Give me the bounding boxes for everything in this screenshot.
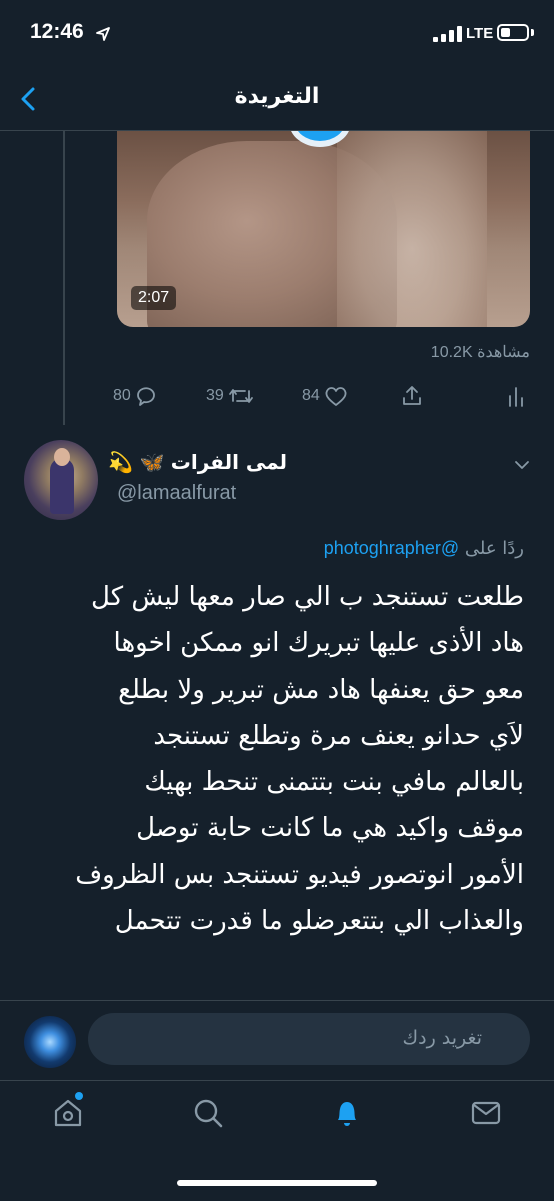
analytics-icon — [509, 387, 523, 407]
tweet-line: لاَي حدانو يعنف مرة وتطلع تستنجد — [153, 720, 524, 751]
page-title: التغريدة — [234, 84, 320, 109]
heart-icon — [325, 387, 347, 406]
tweet-text: طلعت تستنجد ب الي صار معها ليش كل هاد ال… — [20, 574, 524, 944]
tweet-actions: 80 39 84 — [0, 378, 554, 418]
avatar[interactable] — [24, 440, 98, 520]
retweet-count: 39 — [206, 387, 224, 404]
tweet-line: موقف واكيد هي ما كانت حابة توصل — [136, 813, 524, 844]
video-duration: 2:07 — [131, 286, 177, 310]
analytics-action[interactable] — [506, 378, 526, 414]
reply-to-mention[interactable]: @photoghrapher — [324, 538, 459, 558]
tweet-line: بالعالم مافي بنت بتتمنى تنحط بهيك — [144, 767, 524, 798]
retweet-action[interactable]: 39 — [206, 378, 254, 414]
like-action[interactable]: 84 — [302, 378, 348, 414]
reply-to-line: ردًا على @photoghrapher — [0, 538, 524, 559]
home-indicator — [177, 1180, 377, 1186]
battery-icon — [497, 24, 529, 41]
name-emoji: 💫 🦋 — [108, 450, 165, 474]
chevron-down-icon[interactable] — [512, 455, 532, 475]
video-thumbnail[interactable]: 2:07 — [117, 131, 530, 327]
share-icon — [403, 386, 421, 405]
display-name-text: لمى الفرات — [170, 450, 288, 474]
status-bar: 12:46 LTE — [0, 0, 554, 70]
home-icon[interactable] — [50, 1095, 86, 1131]
tweet-line: والعذاب الي بتتعرضلو ما قدرت تتحمل — [114, 906, 524, 937]
reply-action[interactable]: 80 — [113, 378, 157, 414]
search-icon[interactable] — [190, 1095, 226, 1131]
reply-placeholder: تغريد ردك — [402, 1027, 482, 1049]
display-name[interactable]: 💫 🦋 لمى الفرات — [108, 450, 287, 474]
reply-input[interactable]: تغريد ردك — [88, 1013, 530, 1065]
tweet-line: الأمور انوتصور فيديو تستنجد بس الظروف — [75, 859, 524, 890]
notification-dot — [75, 1092, 83, 1100]
reply-icon — [136, 387, 155, 406]
bell-icon[interactable] — [329, 1095, 365, 1131]
reply-count: 80 — [113, 387, 131, 404]
status-time: 12:46 — [30, 20, 84, 43]
tweet-line: معو حق يعنفها هاد مش تبرير ولا بطلع — [118, 674, 524, 705]
user-handle[interactable]: @lamaalfurat — [117, 482, 236, 505]
mail-icon[interactable] — [468, 1095, 504, 1131]
share-action[interactable] — [400, 378, 424, 414]
network-type: LTE — [466, 25, 494, 42]
battery-cap — [531, 29, 534, 36]
signal-icon — [433, 26, 462, 42]
reply-to-prefix: ردًا على — [464, 538, 524, 559]
tweet-line: هاد الأذى عليها تبريرك انو ممكن اخوها — [113, 628, 524, 659]
tweet-line: طلعت تستنجد ب الي صار معها ليش كل — [91, 582, 524, 612]
like-count: 84 — [302, 387, 320, 404]
retweet-icon — [228, 389, 253, 403]
view-count: 10.2K مشاهدة — [430, 344, 530, 361]
my-avatar — [24, 1016, 76, 1068]
location-arrow-icon — [96, 27, 110, 41]
nav-bar: التغريدة — [0, 70, 554, 131]
